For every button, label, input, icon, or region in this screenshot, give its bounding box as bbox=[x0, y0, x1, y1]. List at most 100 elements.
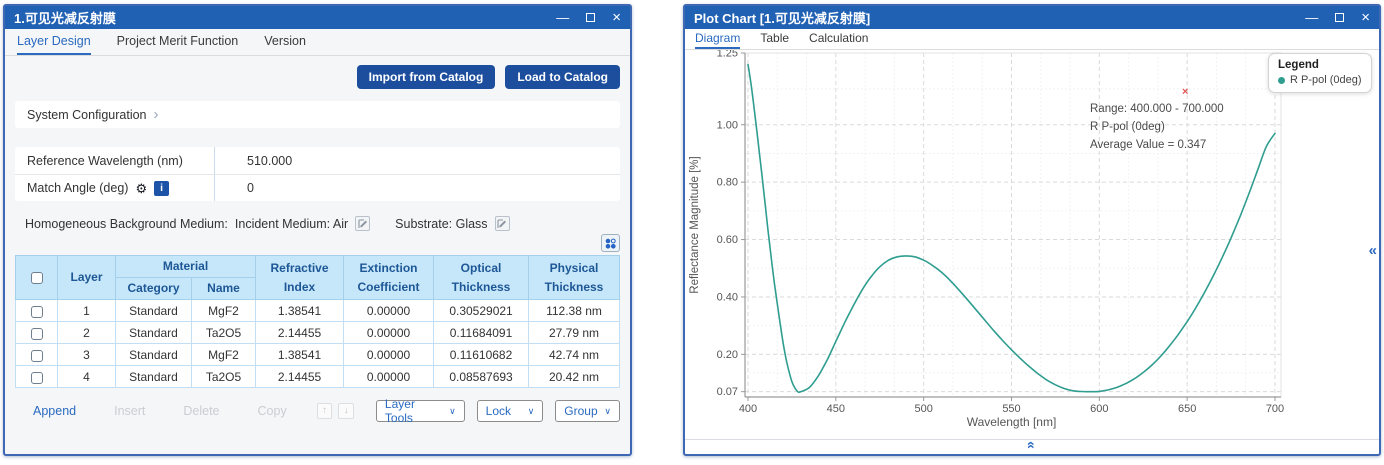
cell-name[interactable]: MgF2 bbox=[192, 300, 256, 322]
row-select-cell[interactable] bbox=[16, 344, 58, 366]
cell-physical[interactable]: 42.74 nm bbox=[529, 344, 620, 366]
layer-tools-label: Layer Tools bbox=[385, 397, 444, 425]
cell-refractive[interactable]: 1.38541 bbox=[256, 344, 344, 366]
cell-layer[interactable]: 3 bbox=[58, 344, 116, 366]
layer-table-body: 1StandardMgF21.385410.000000.30529021112… bbox=[16, 300, 620, 388]
cell-category[interactable]: Standard bbox=[116, 322, 192, 344]
group-dropdown[interactable]: Group ∨ bbox=[555, 400, 620, 422]
edit-incident-medium-icon[interactable] bbox=[355, 216, 370, 231]
row-checkbox[interactable] bbox=[31, 350, 43, 362]
match-angle-row: Match Angle (deg) ⚙ i 0 bbox=[15, 174, 620, 201]
svg-text:600: 600 bbox=[1090, 403, 1108, 415]
load-to-catalog-button[interactable]: Load to Catalog bbox=[505, 65, 620, 89]
cell-refractive[interactable]: 1.38541 bbox=[256, 300, 344, 322]
left-titlebar[interactable]: 1.可见光减反射膜 — × bbox=[5, 6, 630, 29]
tab-table[interactable]: Table bbox=[760, 29, 789, 49]
tab-project-merit-function[interactable]: Project Merit Function bbox=[117, 29, 239, 55]
extinction-coefficient-column-header: Extinction Coefficient bbox=[344, 256, 434, 300]
cell-optical[interactable]: 0.11684091 bbox=[434, 322, 529, 344]
row-checkbox[interactable] bbox=[31, 372, 43, 384]
annotation-average: Average Value = 0.347 bbox=[1090, 136, 1224, 154]
row-select-cell[interactable] bbox=[16, 366, 58, 388]
info-icon[interactable]: i bbox=[154, 181, 169, 196]
table-row: 4StandardTa2O52.144550.000000.0858769320… bbox=[16, 366, 620, 388]
maximize-icon[interactable] bbox=[586, 13, 595, 22]
reference-wavelength-row: Reference Wavelength (nm) 510.000 bbox=[15, 147, 620, 174]
tab-layer-design[interactable]: Layer Design bbox=[17, 29, 91, 55]
select-all-header[interactable] bbox=[16, 256, 58, 300]
legend-entry: R P-pol (0deg) bbox=[1278, 74, 1362, 86]
cell-extinction[interactable]: 0.00000 bbox=[344, 300, 434, 322]
close-icon[interactable]: × bbox=[612, 10, 621, 25]
table-row: 2StandardTa2O52.144550.000000.1168409127… bbox=[16, 322, 620, 344]
cell-extinction[interactable]: 0.00000 bbox=[344, 366, 434, 388]
cell-extinction[interactable]: 0.00000 bbox=[344, 344, 434, 366]
edit-substrate-icon[interactable] bbox=[495, 216, 510, 231]
cell-physical[interactable]: 20.42 nm bbox=[529, 366, 620, 388]
cell-category[interactable]: Standard bbox=[116, 344, 192, 366]
cell-category[interactable]: Standard bbox=[116, 300, 192, 322]
chart-legend[interactable]: Legend R P-pol (0deg) bbox=[1268, 53, 1372, 93]
row-checkbox[interactable] bbox=[31, 328, 43, 340]
layer-design-window: 1.可见光减反射膜 — × Layer Design Project Merit… bbox=[3, 4, 632, 456]
gear-icon[interactable]: ⚙ bbox=[135, 182, 147, 195]
tab-diagram[interactable]: Diagram bbox=[695, 29, 740, 49]
move-up-button[interactable]: ↑ bbox=[317, 403, 333, 419]
table-row: 3StandardMgF21.385410.000000.1161068242.… bbox=[16, 344, 620, 366]
cell-physical[interactable]: 27.79 nm bbox=[529, 322, 620, 344]
right-titlebar[interactable]: Plot Chart [1.可见光减反射膜] — × bbox=[685, 6, 1379, 29]
cell-layer[interactable]: 1 bbox=[58, 300, 116, 322]
lock-label: Lock bbox=[486, 404, 511, 418]
svg-text:1.25: 1.25 bbox=[717, 50, 738, 60]
cell-refractive[interactable]: 2.14455 bbox=[256, 366, 344, 388]
category-column-header: Category bbox=[116, 278, 192, 300]
import-from-catalog-button[interactable]: Import from Catalog bbox=[357, 65, 496, 89]
cell-layer[interactable]: 4 bbox=[58, 366, 116, 388]
minimize-icon[interactable]: — bbox=[556, 11, 569, 24]
move-down-button[interactable]: ↓ bbox=[338, 403, 354, 419]
cell-layer[interactable]: 2 bbox=[58, 322, 116, 344]
cell-refractive[interactable]: 2.14455 bbox=[256, 322, 344, 344]
cell-optical[interactable]: 0.08587693 bbox=[434, 366, 529, 388]
maximize-icon[interactable] bbox=[1335, 13, 1344, 22]
copy-button[interactable]: Copy bbox=[258, 404, 287, 418]
tab-calculation[interactable]: Calculation bbox=[809, 29, 868, 49]
system-configuration-section[interactable]: System Configuration › bbox=[15, 101, 620, 128]
bottom-separator bbox=[685, 439, 1379, 440]
background-medium-row: Homogeneous Background Medium: Incident … bbox=[15, 216, 620, 231]
match-angle-value[interactable]: 0 bbox=[215, 181, 254, 195]
row-checkbox[interactable] bbox=[31, 306, 43, 318]
select-all-checkbox[interactable] bbox=[31, 272, 43, 284]
delete-button[interactable]: Delete bbox=[183, 404, 219, 418]
append-button[interactable]: Append bbox=[33, 404, 76, 418]
close-icon[interactable]: × bbox=[1361, 10, 1370, 25]
cell-optical[interactable]: 0.11610682 bbox=[434, 344, 529, 366]
cell-name[interactable]: MgF2 bbox=[192, 344, 256, 366]
chevron-down-icon: ∨ bbox=[528, 406, 535, 417]
physical-thickness-column-header: Physical Thickness bbox=[529, 256, 620, 300]
cell-name[interactable]: Ta2O5 bbox=[192, 366, 256, 388]
lock-dropdown[interactable]: Lock ∨ bbox=[477, 400, 544, 422]
left-tabbar: Layer Design Project Merit Function Vers… bbox=[5, 29, 630, 56]
annotation-close-icon[interactable]: × bbox=[1182, 86, 1188, 98]
cell-optical[interactable]: 0.30529021 bbox=[434, 300, 529, 322]
cell-category[interactable]: Standard bbox=[116, 366, 192, 388]
reference-wavelength-value[interactable]: 510.000 bbox=[215, 154, 292, 168]
material-view-toggle-button[interactable] bbox=[601, 234, 620, 252]
row-select-cell[interactable] bbox=[16, 322, 58, 344]
svg-text:500: 500 bbox=[914, 403, 932, 415]
incident-medium-value: Incident Medium: Air bbox=[235, 217, 348, 231]
expand-bottom-panel-icon[interactable]: « bbox=[1024, 441, 1040, 449]
legend-series-label: R P-pol (0deg) bbox=[1290, 74, 1362, 86]
reflectance-chart: 4004505005506006507001.251.000.800.600.4… bbox=[685, 50, 1379, 438]
material-column-header: Material bbox=[116, 256, 256, 278]
minimize-icon[interactable]: — bbox=[1305, 11, 1318, 24]
layer-tools-dropdown[interactable]: Layer Tools ∨ bbox=[376, 400, 465, 422]
row-select-cell[interactable] bbox=[16, 300, 58, 322]
tab-version[interactable]: Version bbox=[264, 29, 306, 55]
cell-name[interactable]: Ta2O5 bbox=[192, 322, 256, 344]
cell-physical[interactable]: 112.38 nm bbox=[529, 300, 620, 322]
insert-button[interactable]: Insert bbox=[114, 404, 145, 418]
collapse-panel-left-icon[interactable]: « bbox=[1369, 242, 1377, 259]
cell-extinction[interactable]: 0.00000 bbox=[344, 322, 434, 344]
